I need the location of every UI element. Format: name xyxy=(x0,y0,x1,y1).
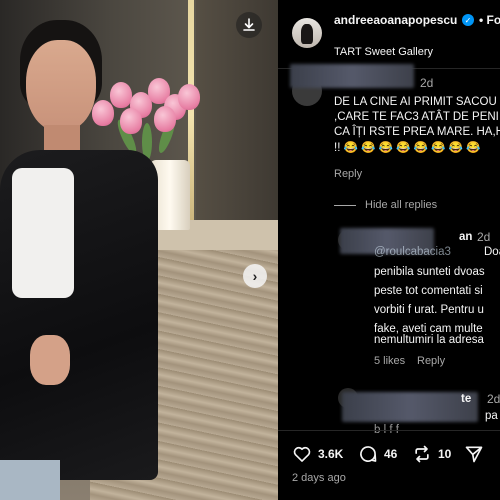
reply-text-line: nemultumiri la adresa xyxy=(374,334,484,346)
comment-text-line: CA ÎȚI RSTE PREA MARE. HA,H xyxy=(334,126,500,138)
follow-link[interactable]: • Fo xyxy=(479,13,500,27)
reply-username-tail[interactable]: an xyxy=(459,230,472,245)
photo-wood-panel xyxy=(196,0,278,230)
post-timestamp: 2 days ago xyxy=(292,472,346,484)
reply-time: 2d xyxy=(487,392,500,406)
chevron-right-icon: › xyxy=(252,268,258,284)
author-username[interactable]: andreeaoanapopescu xyxy=(334,13,470,28)
comment-button[interactable]: 46 xyxy=(358,444,397,464)
likes-count: 3.6K xyxy=(318,447,344,461)
comment-bubble-icon xyxy=(360,446,377,462)
repost-icon xyxy=(415,445,429,463)
redacted-username xyxy=(342,392,478,422)
heart-icon xyxy=(293,446,311,462)
divider-line xyxy=(334,204,356,206)
comment-text-line: ,CARE TE FAC3 ATÂT DE PENI xyxy=(334,111,499,123)
reply-text-line: vorbiti f urat. Pentru u xyxy=(374,304,484,316)
reply-text-line: penibila sunteti dvoas xyxy=(374,266,485,278)
hide-replies-label: Hide all replies xyxy=(365,199,438,211)
comment-text-line: !! 😂 😂 😂 😂 😂 😂 😂 😂 xyxy=(334,142,481,154)
like-button[interactable]: 3.6K xyxy=(292,444,343,464)
reply-text-start: pa xyxy=(485,410,498,422)
download-icon xyxy=(243,18,255,31)
reply-link[interactable]: Reply xyxy=(417,355,445,367)
next-image-button[interactable]: › xyxy=(243,264,267,288)
post-header: andreeaoanapopescu ✓ • Fo TART Sweet Gal… xyxy=(278,0,500,69)
comment-time: 2d xyxy=(420,76,434,90)
comments-panel: andreeaoanapopescu ✓ • Fo TART Sweet Gal… xyxy=(278,0,500,500)
redacted-username xyxy=(290,64,414,88)
reply-text-start: Doam xyxy=(484,246,500,258)
post-actions-bar: 3.6K 46 10 2 days ago xyxy=(278,430,500,500)
hide-replies-row[interactable]: Hide all replies xyxy=(334,199,437,211)
post-location[interactable]: TART Sweet Gallery xyxy=(334,46,433,58)
verified-badge-icon: ✓ xyxy=(462,14,474,26)
download-button[interactable] xyxy=(236,12,262,38)
post-photo[interactable]: › xyxy=(0,0,278,500)
reposts-count: 10 xyxy=(438,447,452,461)
author-avatar[interactable] xyxy=(292,18,322,48)
comment-text-line: DE LA CINE AI PRIMIT SACOU xyxy=(334,96,497,108)
comments-count: 46 xyxy=(384,447,398,461)
reply-text-line: peste tot comentati si xyxy=(374,285,483,297)
repost-button[interactable]: 10 xyxy=(412,444,451,464)
reply-link[interactable]: Reply xyxy=(334,168,362,180)
send-icon xyxy=(465,446,483,463)
reply-time: 2d xyxy=(477,230,491,244)
share-button[interactable] xyxy=(464,444,484,464)
likes-count[interactable]: 5 likes xyxy=(374,355,405,367)
reply-mention[interactable]: @roulcabacia3 xyxy=(374,245,451,260)
reply-username-tail[interactable]: te xyxy=(461,392,471,407)
photo-person xyxy=(0,20,160,500)
